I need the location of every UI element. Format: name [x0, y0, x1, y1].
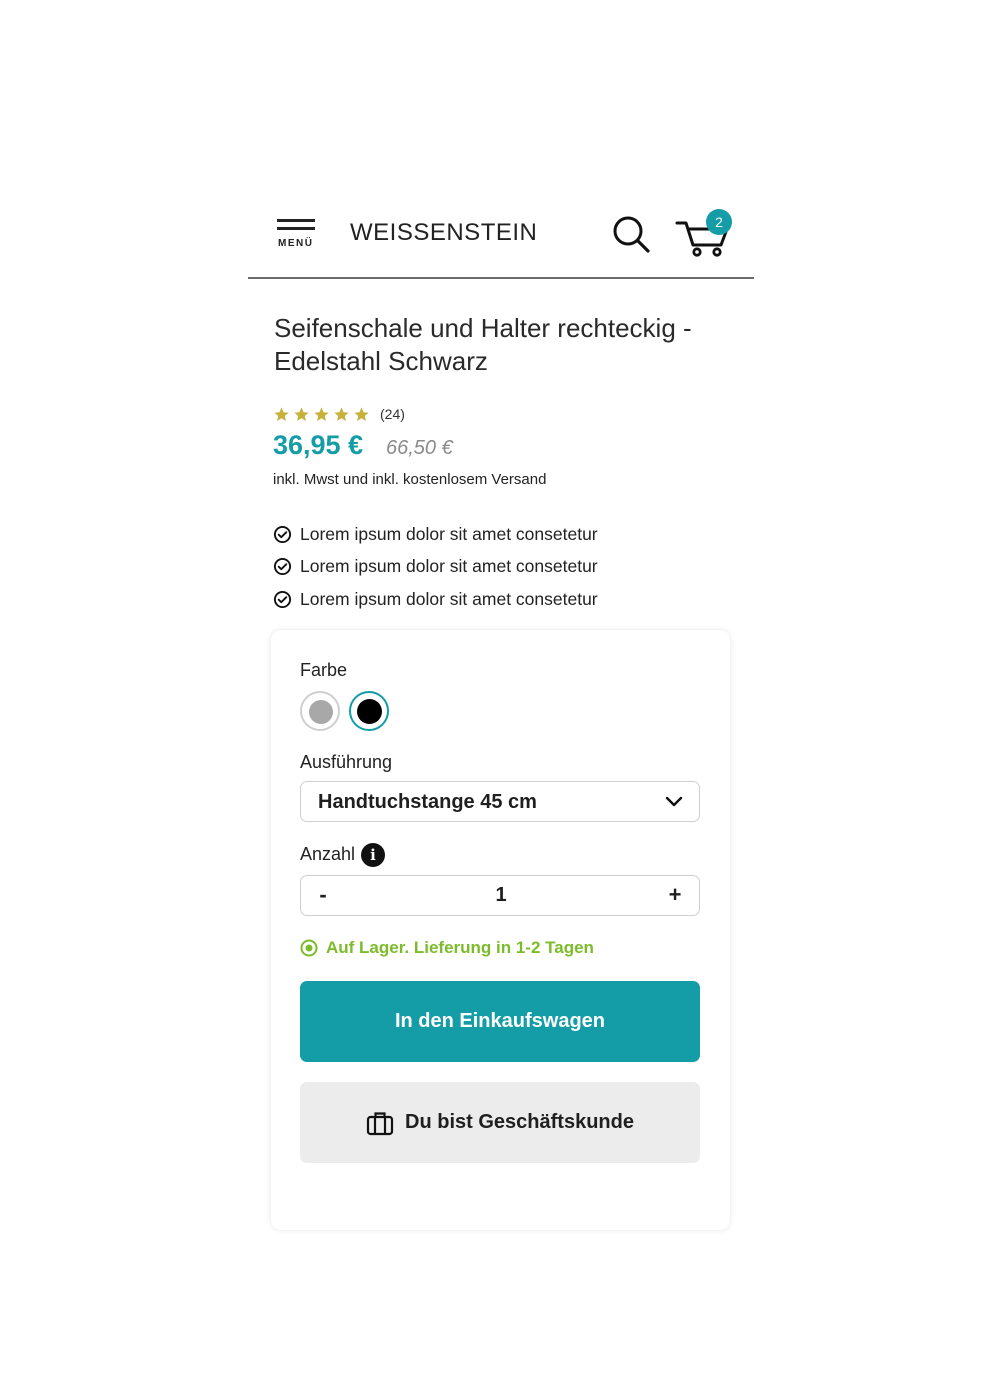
feature-text: Lorem ipsum dolor sit amet consetetur — [300, 556, 598, 577]
business-customer-button[interactable]: Du bist Geschäftskunde — [300, 1082, 700, 1163]
product-title: Seifenschale und Halter rechteckig - Ede… — [274, 313, 692, 376]
rating-count: (24) — [380, 406, 405, 422]
check-circle-icon — [273, 558, 292, 576]
in-stock-icon — [300, 939, 318, 957]
purchase-card: Farbe Ausführung Handtuchstange 45 cm An… — [271, 630, 730, 1230]
variant-label: Ausführung — [300, 752, 393, 772]
menu-icon — [277, 219, 315, 222]
feature-list: Lorem ipsum dolor sit amet consetetur Lo… — [273, 518, 598, 616]
chevron-down-icon — [665, 796, 683, 807]
color-swatch-silver[interactable] — [300, 691, 340, 731]
feature-item: Lorem ipsum dolor sit amet consetetur — [273, 518, 598, 551]
quantity-label: Anzahl — [300, 844, 356, 864]
feature-text: Lorem ipsum dolor sit amet consetetur — [300, 588, 598, 609]
product-page: MENÜ WEISSENSTEIN 2 Seifenschale und Hal… — [0, 0, 1000, 1400]
quantity-stepper: - 1 + — [300, 875, 700, 916]
swatch-dot — [357, 699, 382, 724]
star-icon — [274, 406, 289, 421]
old-price: 66,50 € — [386, 437, 453, 459]
feature-item: Lorem ipsum dolor sit amet consetetur — [273, 551, 598, 584]
stock-text: Auf Lager. Lieferung in 1-2 Tagen — [326, 938, 594, 957]
menu-icon-bar — [277, 227, 315, 230]
brand-logo[interactable]: WEISSENSTEIN — [350, 219, 537, 247]
star-icon — [314, 406, 329, 421]
add-to-cart-button[interactable]: In den Einkaufswagen — [300, 981, 700, 1062]
feature-text: Lorem ipsum dolor sit amet consetetur — [300, 523, 598, 544]
check-circle-icon — [273, 590, 292, 608]
swatch-dot — [309, 700, 333, 724]
product-rating[interactable]: (24) — [273, 404, 405, 424]
site-header: MENÜ WEISSENSTEIN 2 — [248, 195, 754, 279]
quantity-increase-button[interactable]: + — [665, 882, 685, 910]
menu-button[interactable]: MENÜ — [277, 219, 317, 249]
quantity-decrease-button[interactable]: - — [313, 882, 333, 910]
search-icon — [613, 216, 650, 253]
tax-note: inkl. Mwst und inkl. kostenlosem Versand — [273, 471, 547, 488]
cart-button[interactable]: 2 — [674, 209, 736, 259]
star-icon — [334, 406, 349, 421]
cart-count-badge: 2 — [706, 209, 732, 235]
color-swatch-black[interactable] — [349, 691, 389, 731]
variant-value: Handtuchstange 45 cm — [318, 791, 537, 813]
star-icon — [354, 406, 369, 421]
variant-select[interactable]: Handtuchstange 45 cm — [300, 781, 700, 822]
search-button[interactable] — [612, 215, 652, 255]
info-icon[interactable]: i — [361, 843, 385, 867]
business-customer-label: Du bist Geschäftskunde — [405, 1111, 634, 1133]
briefcase-icon — [366, 1111, 394, 1135]
check-circle-icon — [273, 525, 292, 543]
star-icon — [294, 406, 309, 421]
feature-item: Lorem ipsum dolor sit amet consetetur — [273, 583, 598, 616]
current-price: 36,95 € — [273, 430, 364, 460]
color-label: Farbe — [300, 660, 348, 680]
stock-status: Auf Lager. Lieferung in 1-2 Tagen — [300, 938, 594, 958]
menu-label: MENÜ — [278, 238, 314, 249]
quantity-value[interactable]: 1 — [451, 884, 551, 907]
